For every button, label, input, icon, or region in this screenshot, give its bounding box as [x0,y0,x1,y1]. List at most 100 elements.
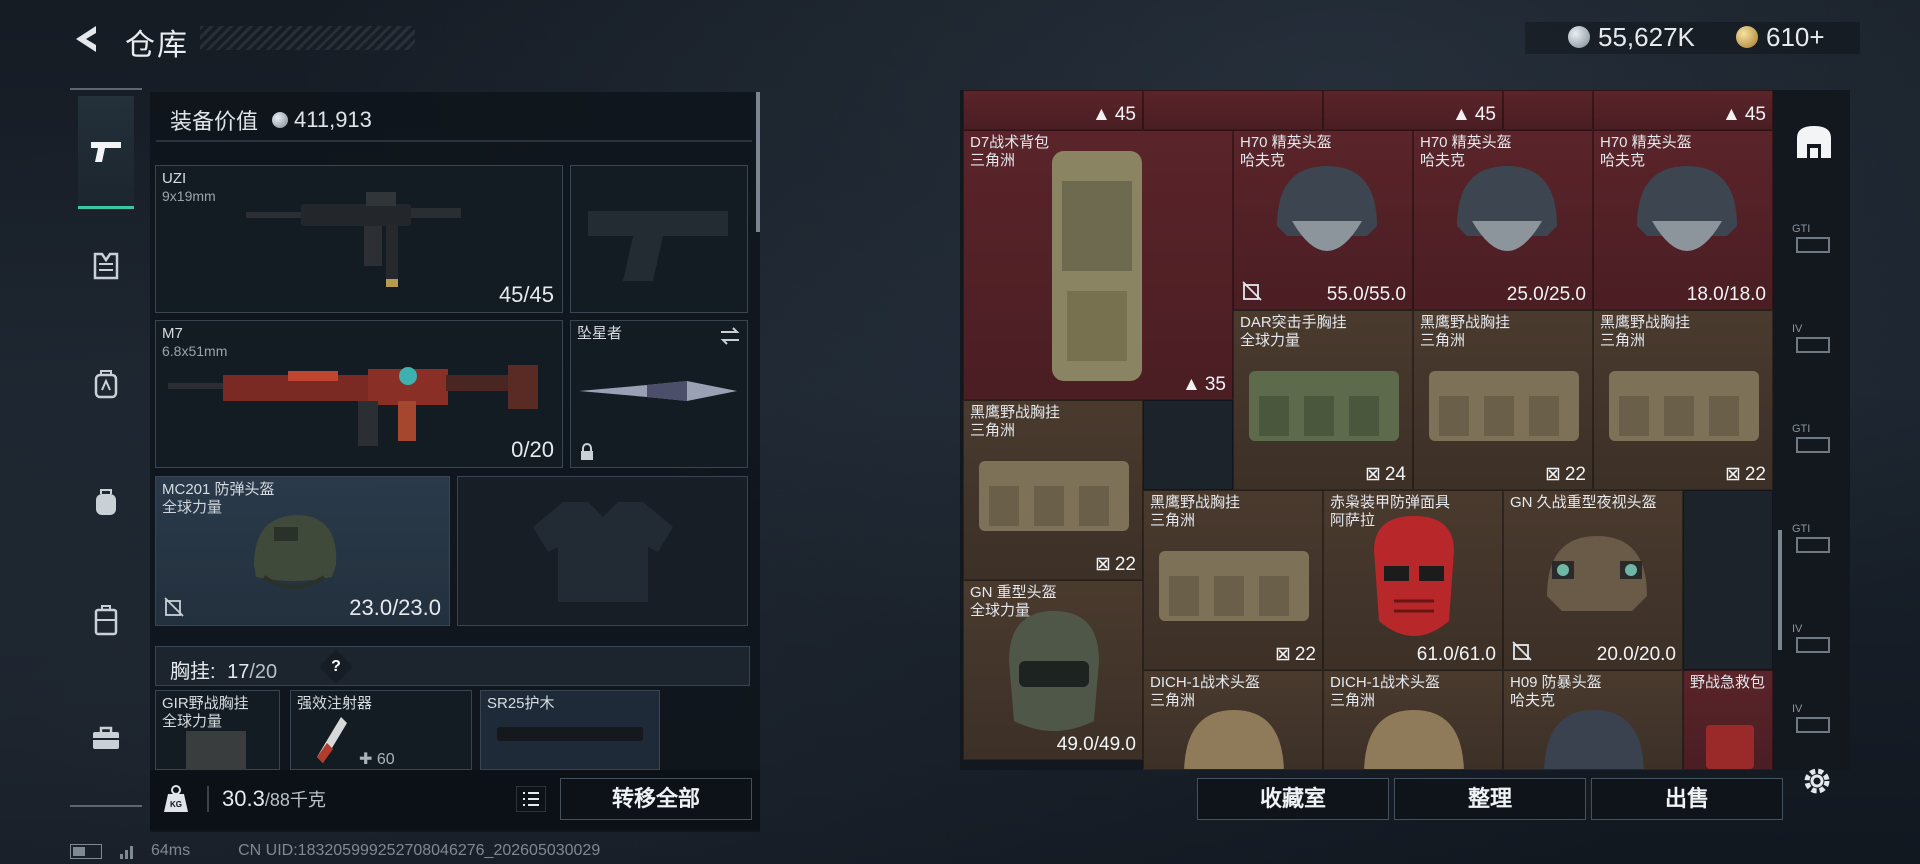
stash-item-h70-helmet[interactable]: H70 精英头盔 哈夫克 55.0/55.0 [1233,130,1413,310]
helmet-image [1364,710,1464,769]
item-name: 赤枭装甲防弹面具 [1330,494,1451,511]
stash-item-dich-helmet[interactable]: DICH-1战术头盔 三角洲 [1143,670,1323,770]
stash-item-partial[interactable]: ▲ 45 [1593,90,1773,130]
vest-image [186,731,246,771]
container-tab-gti[interactable]: GTI [1785,210,1843,270]
stash-item-d7-backpack[interactable]: D7战术背包 三角洲 ▲ 35 [963,130,1233,400]
iv-case-2-icon: IV [1792,623,1836,657]
user-uid: CN UID:18320599925270804627​6_2026050300… [238,842,601,859]
stash-item-blackhawk-vest[interactable]: 黑鹰野战胸挂 三角洲 ⊠ 22 [1413,310,1593,490]
armor-slot-empty[interactable] [457,476,748,626]
stash-item-blackhawk-vest[interactable]: 黑鹰野战胸挂 三角洲 ⊠ 22 [1593,310,1773,490]
stash-item-gn-nvg-helmet[interactable]: GN 久战重型夜视头盔 20.0/20.0 [1503,490,1683,670]
container-tab-gti-3[interactable]: GTI [1785,510,1843,570]
stash-item-blackhawk-vest[interactable]: 黑鹰野战胸挂 三角洲 ⊠ 22 [963,400,1143,580]
vest-image [1159,551,1309,621]
stash-item-partial[interactable] [1503,90,1593,130]
stash-item-gn-heavy-helmet[interactable]: GN 重型头盔 全球力量 49.0/49.0 [963,580,1143,760]
sell-button[interactable]: 出售 [1591,778,1783,820]
stash-item-dich-helmet[interactable]: DICH-1战术头盔 三角洲 [1323,670,1503,770]
transfer-all-button[interactable]: 转移全部 [560,778,752,820]
equipment-value-label: 装备价值 [170,109,259,134]
helmet-durability: 23.0/23.0 [349,595,441,620]
silver-coin-icon [1568,26,1590,48]
vest-item-gir[interactable]: GIR野战胸挂 全球力量 [155,690,280,771]
uzi-image [246,192,461,287]
injector-image [317,717,347,763]
title-decoration [200,26,415,50]
list-icon[interactable] [516,786,546,812]
backpack-icon [96,489,116,515]
loadout-scrollbar[interactable] [756,92,760,232]
item-maker: 三角洲 [1150,512,1196,529]
container-tab-iv[interactable]: IV [1785,310,1843,370]
weight-unit: /88千克 [264,790,326,810]
settings-gear-icon[interactable] [1800,764,1834,798]
item-value: 20.0/20.0 [1596,644,1676,665]
stash-item-red-mask[interactable]: 赤枭装甲防弹面具 阿萨拉 61.0/61.0 [1323,490,1503,670]
sidebar-item-case[interactable] [78,592,134,648]
item-value: ▲ 35 [1182,374,1226,395]
stash-item-first-aid[interactable]: 野战急救包 [1683,670,1773,770]
stash-item-h09-helmet[interactable]: H09 防暴头盔 哈夫克 [1503,670,1683,770]
item-name: GN 重型头盔 [970,584,1057,601]
help-icon[interactable]: ? [319,650,353,684]
item-maker: 三角洲 [1600,332,1646,349]
stash-item-dar-vest[interactable]: DAR突击手胸挂 全球力量 ⊠ 24 [1233,310,1413,490]
silver-currency[interactable]: 55,627K [1568,20,1695,54]
container-tab-gti-2[interactable]: GTI [1785,410,1843,470]
secondary-weapon-slot[interactable]: M7 6.8x51mm 0/20 [155,320,563,468]
vest-image [979,461,1129,531]
sidebar-item-weapons[interactable] [78,96,134,209]
left-sidebar [70,88,142,808]
sidebar-item-backpack[interactable] [78,474,134,530]
stash-item-partial[interactable]: ▲ 45 [963,90,1143,130]
equipment-value-amount: 411,913 [294,107,372,132]
pistol-slot-empty[interactable] [570,165,748,313]
sort-button[interactable]: 整理 [1394,778,1586,820]
item-count: ✚ 60 [359,751,395,768]
gti-case-icon: GTI [1792,223,1836,257]
stash-empty-slot[interactable] [1683,490,1773,670]
helmet-maker: 全球力量 [162,499,223,516]
stash-item-partial[interactable] [1143,90,1323,130]
item-name: 黑鹰野战胸挂 [1150,494,1241,511]
gold-currency[interactable]: 610+ [1736,20,1825,54]
back-icon[interactable] [70,22,104,56]
item-value: ▲ 45 [1092,104,1136,125]
sidebar-item-backpack-a[interactable] [78,356,134,412]
stash-item-partial[interactable]: ▲ 45 [1323,90,1503,130]
no-insure-icon [1242,281,1262,301]
stash-home-icon [1797,126,1831,158]
stash-scrollbar[interactable] [1778,530,1782,650]
helmet-image [1009,611,1099,731]
item-maker: 三角洲 [970,422,1016,439]
vest-icon [93,252,119,280]
item-name: SR25护木 [487,695,555,712]
stash-item-blackhawk-vest[interactable]: 黑鹰野战胸挂 三角洲 ⊠ 22 [1143,490,1323,670]
item-name: H70 精英头盔 [1420,134,1512,151]
sidebar-item-toolbox[interactable] [78,710,134,766]
stash-item-h70-helmet[interactable]: H70 精英头盔 哈夫克 18.0/18.0 [1593,130,1773,310]
item-value: ⊠ 22 [1094,553,1136,576]
stash-item-h70-helmet[interactable]: H70 精英头盔 哈夫克 25.0/25.0 [1413,130,1593,310]
sidebar-item-vest[interactable] [78,238,134,294]
item-name: DICH-1战术头盔 [1330,674,1441,691]
primary-weapon-slot[interactable]: UZI 9x19mm 45/45 [155,165,563,313]
pistol-silhouette-icon [588,211,728,281]
vest-item-sr25[interactable]: SR25护木 [480,690,660,770]
weight-readout: 30.3/88千克 [222,786,326,812]
helmet-image [1184,710,1284,769]
swap-icon[interactable] [719,327,741,345]
melee-slot[interactable]: 坠星者 [570,320,748,468]
container-tab-iv-3[interactable]: IV [1785,690,1843,750]
helmet-slot[interactable]: MC201 防弹头盔 全球力量 23.0/23.0 [155,476,450,626]
helmet-image [1277,166,1377,251]
container-tab-iv-2[interactable]: IV [1785,610,1843,670]
collection-room-button[interactable]: 收藏室 [1197,778,1389,820]
vest-item-injector[interactable]: 强效注射器 ✚ 60 [290,690,472,770]
stash-home-tab[interactable] [1785,112,1843,172]
item-name: 黑鹰野战胸挂 [970,404,1061,421]
stash-empty-slot[interactable] [1143,400,1233,490]
item-name: GIR野战胸挂 [162,695,249,712]
